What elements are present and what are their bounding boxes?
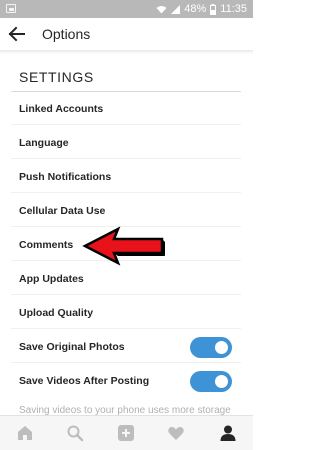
home-icon[interactable] [16, 424, 34, 442]
gallery-notification-icon [6, 4, 16, 13]
activity-heart-icon[interactable] [167, 424, 185, 442]
save-videos-after-posting-toggle[interactable] [190, 371, 232, 392]
back-arrow-icon[interactable] [8, 26, 26, 42]
settings-item-save-original-photos[interactable]: Save Original Photos [11, 330, 241, 363]
page-title: Options [42, 26, 91, 42]
profile-icon[interactable] [219, 424, 237, 442]
settings-item-label: Language [19, 137, 69, 149]
status-bar-right: 48% 11:35 [156, 3, 247, 15]
battery-icon [210, 3, 217, 15]
search-icon[interactable] [66, 424, 84, 442]
settings-item-push-notifications[interactable]: Push Notifications [11, 160, 241, 193]
settings-item-label: Save Videos After Posting [19, 375, 150, 387]
settings-item-upload-quality[interactable]: Upload Quality [11, 296, 241, 329]
settings-item-label: Comments [19, 239, 74, 251]
settings-item-save-videos-after-posting[interactable]: Save Videos After Posting [11, 364, 241, 397]
red-annotation-arrow [82, 226, 165, 266]
settings-item-label: Upload Quality [19, 307, 94, 319]
settings-item-linked-accounts[interactable]: Linked Accounts [11, 92, 241, 125]
battery-level: 48% [184, 3, 207, 15]
app-bar: Options [0, 18, 253, 50]
settings-item-label: Cellular Data Use [19, 205, 106, 217]
status-bar: 48% 11:35 [0, 0, 253, 18]
section-title-settings: SETTINGS [19, 69, 94, 85]
settings-item-label: Linked Accounts [19, 103, 104, 115]
settings-item-label: Save Original Photos [19, 341, 125, 353]
settings-item-label: App Updates [19, 273, 84, 285]
save-original-photos-toggle[interactable] [190, 337, 232, 358]
app-bar-shadow [0, 50, 253, 54]
clock: 11:35 [220, 3, 247, 15]
add-post-icon[interactable] [117, 424, 135, 442]
settings-item-language[interactable]: Language [11, 126, 241, 159]
bottom-tab-bar [0, 415, 253, 450]
settings-item-cellular-data-use[interactable]: Cellular Data Use [11, 194, 241, 227]
wifi-icon [156, 5, 167, 13]
settings-item-label: Push Notifications [19, 171, 112, 183]
signal-icon [171, 4, 181, 14]
